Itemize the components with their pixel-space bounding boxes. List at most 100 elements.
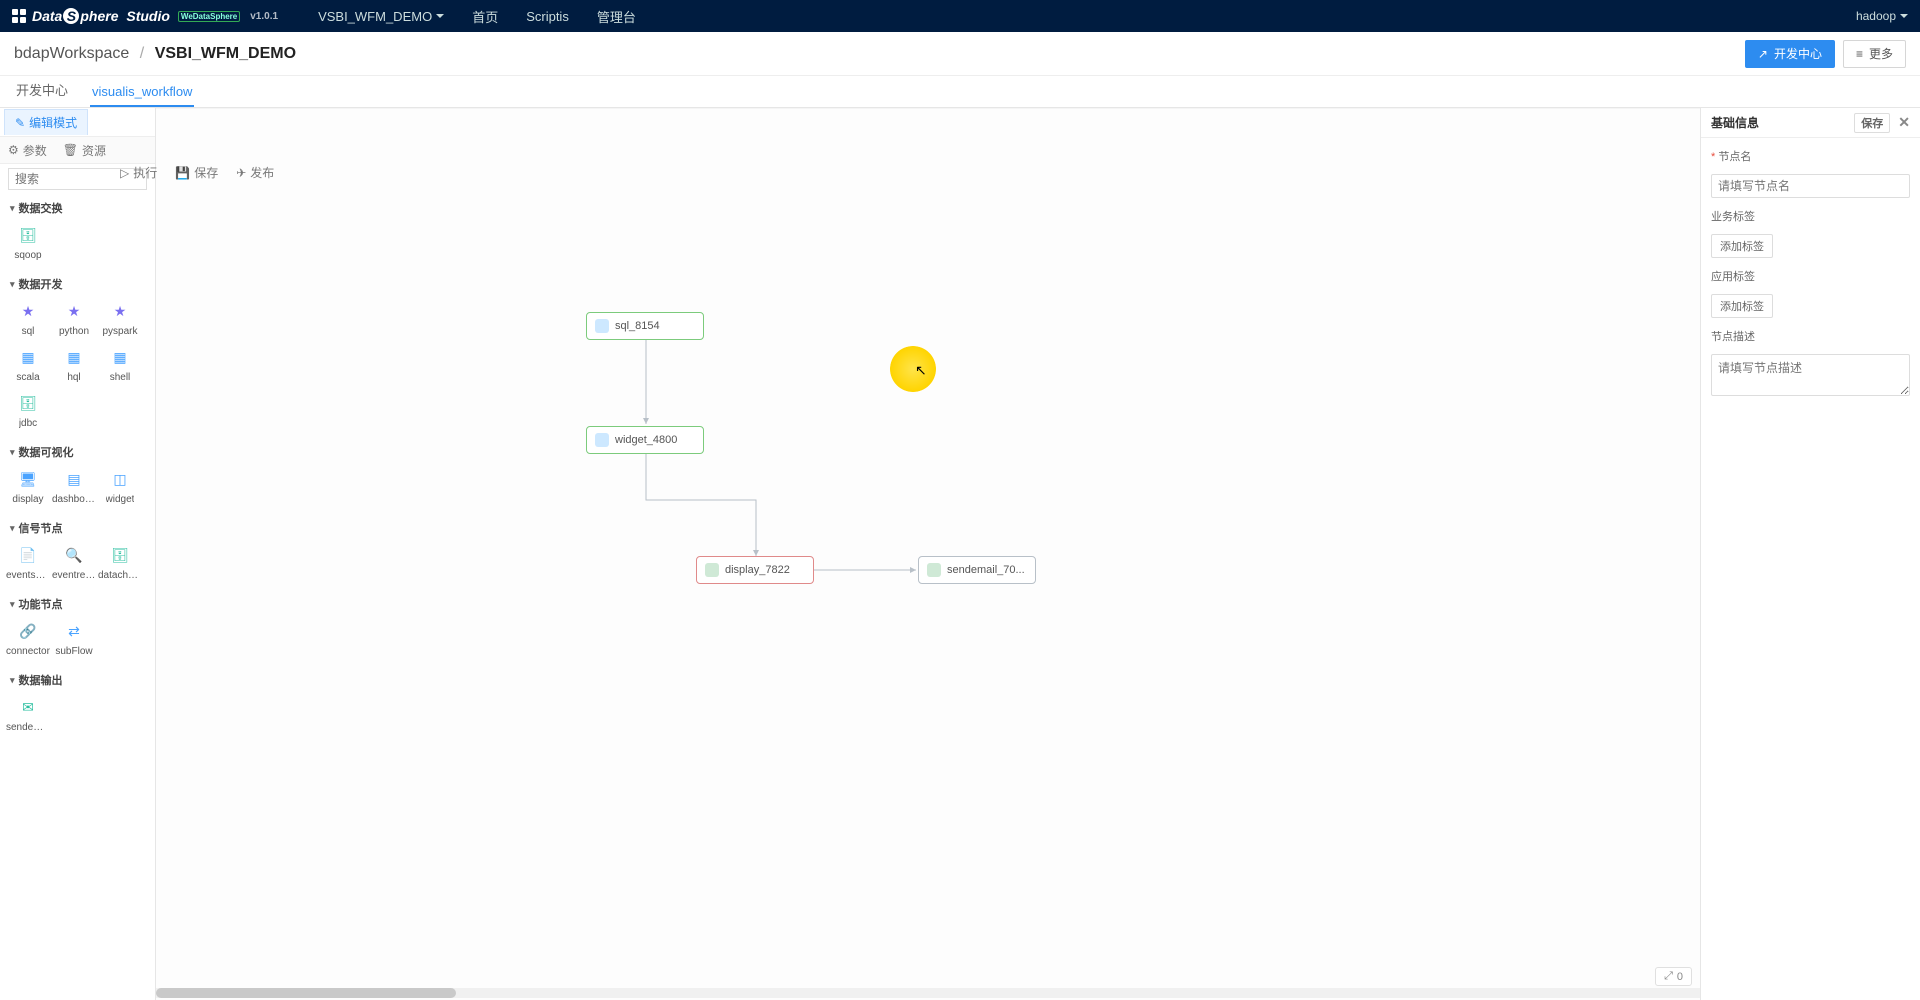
python-icon: ★ bbox=[62, 300, 86, 324]
node-widget[interactable]: widget_4800 bbox=[586, 426, 704, 454]
toolbar-publish[interactable]: ✈发布 bbox=[236, 164, 274, 181]
workflow-canvas[interactable]: sql_8154 widget_4800 display_7822 sendem… bbox=[156, 108, 1700, 1000]
palette-item-hql[interactable]: ▦ hql bbox=[52, 342, 96, 386]
panel-close-button[interactable]: ✕ bbox=[1898, 114, 1910, 131]
palette-label: hql bbox=[67, 372, 80, 383]
more-label: 更多 bbox=[1869, 45, 1893, 62]
palette-label: datachec... bbox=[98, 570, 142, 581]
nav-scriptis[interactable]: Scriptis bbox=[526, 9, 569, 24]
user-name: hadoop bbox=[1856, 9, 1896, 23]
canvas-hscrollbar[interactable] bbox=[156, 988, 1700, 998]
logo-grid-icon bbox=[12, 9, 26, 23]
palette-label: sql bbox=[22, 326, 35, 337]
palette-item-widget[interactable]: ◫widget bbox=[98, 464, 142, 508]
panel-save-button[interactable]: 保存 bbox=[1854, 113, 1890, 133]
publish-icon: ✈ bbox=[236, 166, 246, 180]
more-button[interactable]: ≡ 更多 bbox=[1843, 40, 1906, 68]
palette-item-scala[interactable]: ▦scala bbox=[6, 342, 50, 386]
zoom-indicator[interactable]: ⤢ 0 bbox=[1655, 967, 1692, 986]
display-node-icon bbox=[705, 563, 719, 577]
scrollbar-thumb[interactable] bbox=[156, 988, 456, 998]
palette-label: dashboard bbox=[52, 494, 96, 505]
palette-item-pyspark[interactable]: ★pyspark bbox=[98, 296, 142, 340]
toolbar-params[interactable]: ⚙参数 bbox=[8, 142, 47, 159]
sql-icon: ★ bbox=[16, 300, 40, 324]
palette-item-display[interactable]: 🖥display bbox=[6, 464, 50, 508]
palette-label: subFlow bbox=[55, 646, 92, 657]
field-label-desc: 节点描述 bbox=[1711, 328, 1910, 344]
nav-home[interactable]: 首页 bbox=[472, 7, 498, 26]
node-label: sql_8154 bbox=[615, 320, 660, 332]
add-biz-tag-button[interactable]: 添加标签 bbox=[1711, 234, 1773, 258]
palette-item-python[interactable]: ★python bbox=[52, 296, 96, 340]
toolbar-run[interactable]: ▷执行 bbox=[120, 164, 157, 181]
right-panel-title: 基础信息 bbox=[1711, 114, 1759, 131]
left-panel: ✎ 编辑模式 ⚙参数 🗑资源 数据交换 🗄sqoop 数据开发 ★sql ★py… bbox=[0, 108, 156, 1000]
edit-mode-button[interactable]: ✎ 编辑模式 bbox=[4, 109, 88, 135]
app-header: DataSphere Studio WeDataSphere v1.0.1 VS… bbox=[0, 0, 1920, 32]
node-sendemail[interactable]: sendemail_70... bbox=[918, 556, 1036, 584]
project-selector[interactable]: VSBI_WFM_DEMO bbox=[318, 9, 444, 24]
cursor-highlight: ↖ bbox=[890, 346, 936, 392]
add-app-tag-button[interactable]: 添加标签 bbox=[1711, 294, 1773, 318]
palette-item-datachecker[interactable]: 🗄datachec... bbox=[98, 540, 142, 584]
goto-dev-center-button[interactable]: ↗ 开发中心 bbox=[1745, 40, 1835, 68]
palette-item-sendemail[interactable]: ✉sendemail bbox=[6, 692, 50, 736]
palette-item-eventsender[interactable]: 📄eventsen... bbox=[6, 540, 50, 584]
palette-item-eventreceiver[interactable]: 🔍eventrec... bbox=[52, 540, 96, 584]
dashboard-icon: ▤ bbox=[62, 468, 86, 492]
user-menu[interactable]: hadoop bbox=[1856, 9, 1908, 23]
node-name-input[interactable] bbox=[1711, 174, 1910, 198]
breadcrumb-sep: / bbox=[140, 45, 144, 62]
node-label: sendemail_70... bbox=[947, 564, 1025, 576]
brand-part1: Data bbox=[32, 8, 62, 24]
tab-dev-center[interactable]: 开发中心 bbox=[14, 74, 70, 107]
palette-item-shell[interactable]: ▦shell bbox=[98, 342, 142, 386]
palette-label: jdbc bbox=[19, 418, 37, 429]
subheader: bdapWorkspace / VSBI_WFM_DEMO ↗ 开发中心 ≡ 更… bbox=[0, 32, 1920, 76]
eventsender-icon: 📄 bbox=[16, 544, 40, 568]
toolbar-resource-label: 资源 bbox=[82, 142, 106, 159]
field-label-node-name: 节点名 bbox=[1711, 148, 1910, 164]
node-display[interactable]: display_7822 bbox=[696, 556, 814, 584]
palette-item-connector[interactable]: 🔗connector bbox=[6, 616, 50, 660]
palette-cat-signal[interactable]: 信号节点 bbox=[0, 514, 155, 538]
subflow-icon: ⇄ bbox=[62, 620, 86, 644]
brand-text: DataSphere Studio bbox=[32, 8, 170, 24]
zoom-value: 0 bbox=[1677, 971, 1683, 983]
toolbar-save[interactable]: 💾 保存 bbox=[175, 164, 218, 181]
palette-label: eventrec... bbox=[52, 570, 96, 581]
edit-mode-label: 编辑模式 bbox=[29, 114, 77, 131]
hql-icon: ▦ bbox=[62, 346, 86, 370]
workflow-tabs: 开发中心 visualis_workflow bbox=[0, 76, 1920, 108]
palette-item-jdbc[interactable]: 🗄jdbc bbox=[6, 388, 50, 432]
canvas-edges bbox=[156, 108, 1700, 1000]
tab-workflow[interactable]: visualis_workflow bbox=[90, 78, 194, 107]
field-label-app-tag: 应用标签 bbox=[1711, 268, 1910, 284]
palette-cat-func[interactable]: 功能节点 bbox=[0, 590, 155, 614]
palette-item-subflow[interactable]: ⇄ subFlow bbox=[52, 616, 96, 660]
palette-cat-exchange[interactable]: 数据交换 bbox=[0, 194, 155, 218]
edit-icon: ✎ bbox=[15, 116, 25, 130]
palette-item-sql[interactable]: ★ sql bbox=[6, 296, 50, 340]
node-desc-input[interactable] bbox=[1711, 354, 1910, 396]
toolbar-resource[interactable]: 🗑资源 bbox=[63, 142, 106, 159]
breadcrumb-workspace[interactable]: bdapWorkspace bbox=[14, 45, 129, 62]
main: ✎ 编辑模式 ⚙参数 🗑资源 数据交换 🗄sqoop 数据开发 ★sql ★py… bbox=[0, 108, 1920, 1000]
breadcrumb-project: VSBI_WFM_DEMO bbox=[155, 45, 296, 62]
right-panel: 基础信息 保存 ✕ 节点名 业务标签 添加标签 应用标签 添加标签 节点描述 bbox=[1700, 108, 1920, 1000]
palette-cat-dev[interactable]: 数据开发 bbox=[0, 270, 155, 294]
node-label: widget_4800 bbox=[615, 434, 677, 446]
node-sql[interactable]: sql_8154 bbox=[586, 312, 704, 340]
palette-item-dashboard[interactable]: ▤ dashboard bbox=[52, 464, 96, 508]
cursor-icon: ↖ bbox=[915, 362, 927, 379]
palette-cat-vis[interactable]: 数据可视化 bbox=[0, 438, 155, 462]
save-icon: 💾 bbox=[175, 166, 190, 180]
palette-item-sqoop[interactable]: 🗄sqoop bbox=[6, 220, 50, 264]
header-nav: VSBI_WFM_DEMO 首页 Scriptis 管理台 bbox=[318, 7, 636, 26]
nav-console[interactable]: 管理台 bbox=[597, 7, 636, 26]
toolbar-params-label: 参数 bbox=[23, 142, 47, 159]
palette-cat-out[interactable]: 数据输出 bbox=[0, 666, 155, 690]
toolbar-save-label: 保存 bbox=[194, 164, 218, 181]
palette-label: pyspark bbox=[102, 326, 137, 337]
